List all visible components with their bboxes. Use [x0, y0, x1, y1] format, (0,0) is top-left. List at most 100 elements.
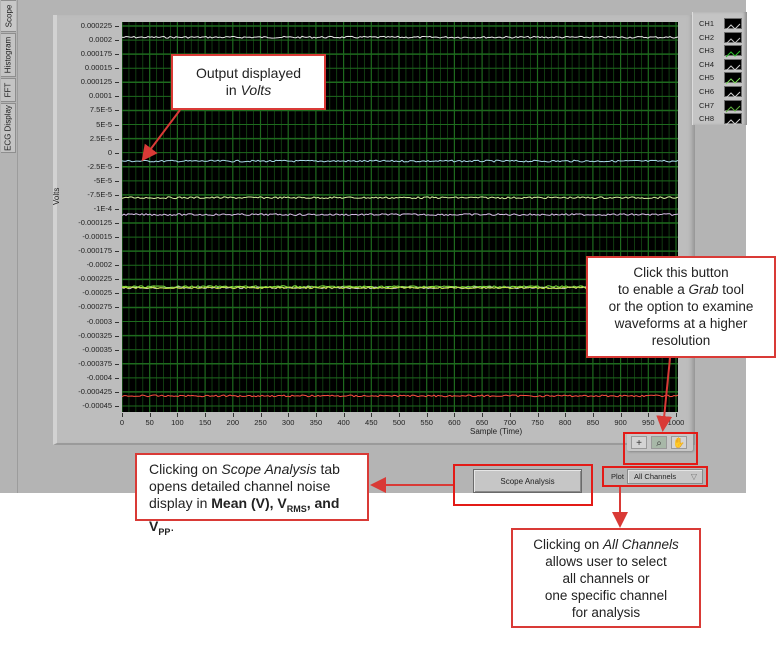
legend-item-ch4[interactable]: CH4: [699, 58, 745, 72]
y-tick: [115, 279, 119, 281]
x-tick-label: 900: [614, 418, 627, 427]
y-tick-label: -0.000325: [78, 330, 112, 340]
legend-item-ch1[interactable]: CH1: [699, 18, 745, 31]
y-tick: [115, 391, 119, 393]
callout-scope-analysis: Clicking on Scope Analysis tab opens det…: [135, 453, 369, 537]
callout-text: for analysis: [571, 605, 641, 620]
tab-label: FFT: [3, 82, 13, 98]
tab-scope[interactable]: Scope: [1, 0, 16, 32]
legend-swatch: [724, 86, 742, 99]
callout-text: Click this button: [633, 265, 729, 280]
x-tick-label: 0: [119, 418, 125, 427]
callout-text: allows user to select: [545, 554, 667, 569]
y-tick: [115, 237, 119, 239]
callout-text: Clicking on All Channels: [533, 537, 679, 552]
legend-swatch: [724, 31, 742, 44]
y-tick: [115, 124, 119, 126]
callout-text: all channels or: [562, 571, 650, 586]
x-tick: [565, 413, 567, 417]
y-tick-label: -0.000175: [78, 246, 112, 256]
y-tick-label: 0.00015: [84, 63, 112, 73]
y-tick: [115, 96, 119, 98]
x-tick: [122, 413, 123, 417]
x-tick-label: 800: [558, 418, 572, 427]
y-tick-label: -0.00045: [82, 401, 112, 410]
legend-swatch: [724, 99, 742, 112]
x-tick-label: 550: [420, 418, 433, 427]
y-tick-label: -0.0003: [86, 316, 112, 326]
callout-grab-tool: Click this button to enable a Grab tool …: [586, 256, 776, 358]
highlight-scope-analysis: [453, 464, 593, 506]
y-tick: [115, 335, 119, 337]
y-tick-label: -0.00025: [82, 288, 112, 298]
y-tick-label: -0.000275: [78, 302, 112, 312]
y-tick: [115, 82, 119, 84]
x-tick: [371, 413, 373, 417]
x-tick-label: 400: [337, 418, 350, 427]
highlight-tool-palette: [623, 432, 698, 465]
x-tick: [592, 413, 594, 417]
x-tick: [454, 413, 456, 417]
callout-text: opens detailed channel noise: [149, 478, 331, 494]
legend-swatch: [724, 18, 742, 31]
y-tick-label: -2.5E-5: [87, 161, 112, 171]
y-tick-label: 5E-5: [96, 119, 112, 129]
y-tick-label: 0.0002: [89, 35, 112, 45]
legend-item-ch3[interactable]: CH3: [699, 45, 745, 58]
x-tick: [399, 413, 400, 417]
x-tick: [537, 413, 539, 417]
x-tick: [343, 413, 345, 417]
legend-item-ch2[interactable]: CH2: [699, 31, 745, 44]
legend-swatch: [724, 58, 742, 72]
x-tick-label: 700: [503, 418, 517, 427]
legend-item-ch5[interactable]: CH5: [699, 72, 745, 85]
x-tick-label: 250: [254, 418, 267, 427]
y-tick: [115, 321, 119, 323]
y-tick-label: 0.0001: [89, 91, 112, 101]
callout-volts: Output displayed in Volts: [171, 54, 326, 110]
x-tick: [232, 413, 234, 417]
legend-item-ch7[interactable]: CH7: [699, 99, 745, 112]
legend-label: CH7: [699, 100, 715, 110]
y-tick: [115, 194, 119, 196]
y-tick: [115, 40, 119, 42]
y-tick-label: 0: [107, 147, 112, 157]
x-tick: [482, 413, 484, 417]
tab-fft[interactable]: FFT: [1, 78, 16, 102]
x-tick-label: 750: [531, 418, 544, 427]
y-tick-label: -0.00015: [82, 232, 112, 242]
legend-label: CH4: [699, 59, 715, 69]
y-tick: [115, 180, 119, 182]
callout-all-channels: Clicking on All Channels allows user to …: [511, 528, 701, 628]
y-tick: [115, 68, 119, 70]
y-tick: [115, 363, 119, 365]
x-tick: [426, 413, 428, 417]
tab-histogram[interactable]: Histogram: [1, 33, 16, 77]
x-tick-label: 150: [198, 418, 212, 427]
y-tick-label: 7.5E-5: [89, 105, 112, 115]
x-tick-label: 1000: [667, 418, 685, 427]
x-tick-label: 350: [309, 418, 323, 427]
x-tick-label: 200: [226, 418, 240, 427]
y-tick-label: 0.000175: [80, 49, 112, 59]
x-tick-label: 450: [365, 418, 378, 427]
legend-item-ch8[interactable]: CH8: [699, 113, 745, 126]
x-tick: [177, 413, 179, 417]
legend-item-ch6[interactable]: CH6: [699, 86, 745, 99]
x-tick: [676, 413, 677, 417]
y-tick: [115, 223, 119, 225]
callout-text: in Volts: [225, 82, 272, 98]
tab-ecg-display[interactable]: ECG Display: [1, 103, 16, 153]
x-tick-label: 850: [586, 418, 600, 427]
x-tick: [620, 413, 622, 417]
legend-swatch: [724, 72, 742, 85]
y-tick: [115, 26, 119, 27]
y-tick: [115, 377, 119, 379]
y-tick: [115, 293, 119, 295]
y-tick-label: -7.5E-5: [87, 189, 112, 199]
tab-label: Scope: [4, 4, 13, 28]
x-tick: [260, 413, 262, 417]
callout-text: display in Mean (V), VRMS, and VPP.: [149, 495, 340, 537]
legend-label: CH2: [699, 32, 715, 42]
y-tick-label: -0.00035: [82, 344, 112, 354]
